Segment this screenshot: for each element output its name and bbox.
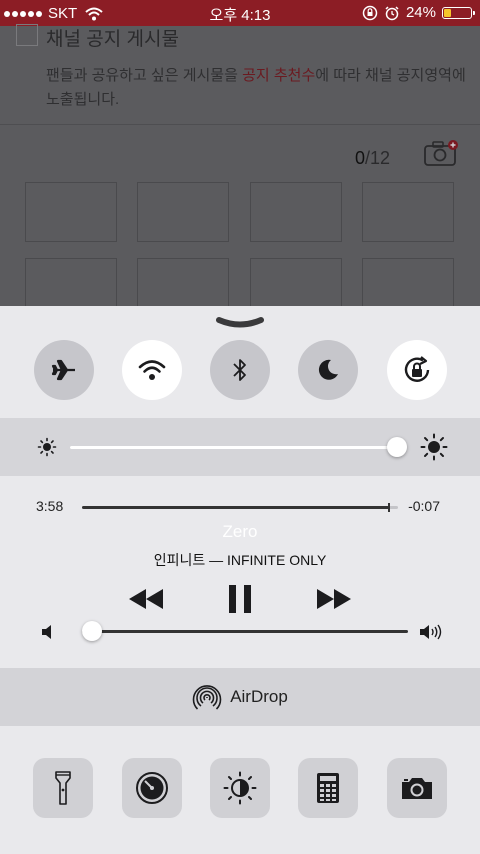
- elapsed-time: 3:58: [36, 498, 64, 514]
- rotation-lock-toggle[interactable]: [387, 340, 447, 400]
- photo-slot[interactable]: [250, 182, 342, 242]
- bluetooth-toggle[interactable]: [210, 340, 270, 400]
- rewind-button[interactable]: [125, 582, 167, 616]
- airplane-icon: [51, 359, 75, 381]
- pause-icon: [229, 585, 251, 613]
- volume-low-icon: [42, 625, 51, 639]
- fast-forward-icon: [317, 589, 351, 609]
- now-playing: 3:58 -0:07 Zero 인피니트 — INFINITE ONLY: [0, 476, 480, 668]
- brightness-high-icon: [420, 433, 448, 461]
- airplane-mode-toggle[interactable]: [34, 340, 94, 400]
- timer-button[interactable]: [122, 758, 182, 818]
- brightness-low-icon: [37, 437, 57, 457]
- brightness-panel: [0, 418, 480, 476]
- song-artist-album: 인피니트 — INFINITE ONLY: [153, 552, 327, 568]
- song-progress-thumb[interactable]: [387, 503, 390, 512]
- rotation-lock-icon: [404, 356, 430, 382]
- alarm-icon: [385, 5, 399, 20]
- moon-icon: [318, 359, 338, 380]
- rewind-icon: [129, 589, 163, 609]
- airdrop-content: AirDrop: [0, 668, 480, 726]
- description-highlight: 공지 추천수: [242, 67, 316, 84]
- volume-high-icon: [420, 624, 442, 640]
- photo-count-max: /12: [364, 148, 390, 168]
- add-photo-camera-icon[interactable]: [424, 140, 458, 166]
- photo-slot[interactable]: [137, 182, 229, 242]
- photo-slot[interactable]: [362, 182, 454, 242]
- song-progress-slider[interactable]: [82, 503, 398, 512]
- battery-percent: 24%: [405, 4, 436, 21]
- flashlight-icon: [55, 771, 71, 805]
- airdrop-label: AirDrop: [230, 687, 288, 706]
- fast-forward-button[interactable]: [313, 582, 355, 616]
- timer-icon: [136, 772, 168, 804]
- description-text: 팬들과 공유하고 싶은 게시물을: [46, 67, 243, 84]
- bluetooth-icon: [233, 359, 246, 381]
- pause-button[interactable]: [220, 582, 260, 616]
- brightness-slider[interactable]: [70, 437, 407, 457]
- volume-slider[interactable]: [82, 621, 408, 641]
- grabber-chevron-icon[interactable]: [216, 316, 264, 330]
- night-shift-button[interactable]: [210, 758, 270, 818]
- photo-count-current: 0: [354, 148, 365, 168]
- section-title: 채널 공지 게시물: [46, 29, 179, 50]
- brightness-slider-thumb[interactable]: [386, 437, 407, 457]
- control-center: 3:58 -0:07 Zero 인피니트 — INFINITE ONLY Air…: [0, 306, 480, 854]
- volume-slider-thumb[interactable]: [82, 621, 102, 641]
- background-app: 채널 공지 게시물 팬들과 공유하고 싶은 게시물을 공지 추천수에 따라 채널…: [0, 24, 480, 318]
- section-description: 팬들과 공유하고 싶은 게시물을 공지 추천수에 따라 채널 공지영역에 노출됩…: [46, 64, 466, 112]
- photo-slot[interactable]: [25, 182, 117, 242]
- brightness-slider-fill: [70, 446, 397, 449]
- status-right: 24%: [362, 4, 475, 21]
- notice-checkbox[interactable]: [16, 24, 38, 46]
- flashlight-button[interactable]: [33, 758, 93, 818]
- camera-icon: [402, 778, 432, 799]
- airdrop-icon: [192, 685, 222, 710]
- do-not-disturb-toggle[interactable]: [298, 340, 358, 400]
- battery-level: [444, 8, 451, 17]
- battery-icon: [442, 6, 475, 19]
- photo-count: 0/12: [355, 148, 390, 169]
- calculator-button[interactable]: [298, 758, 358, 818]
- airdrop-button[interactable]: AirDrop: [0, 668, 480, 726]
- remaining-time: -0:07: [408, 498, 440, 514]
- divider: [0, 124, 480, 125]
- song-progress-fill: [82, 506, 389, 509]
- night-shift-icon: [223, 771, 257, 805]
- status-bar: SKT 오후 4:13 24%: [0, 0, 480, 26]
- wifi-icon: [138, 360, 166, 380]
- wifi-toggle[interactable]: [122, 340, 182, 400]
- camera-button[interactable]: [387, 758, 447, 818]
- song-title: Zero: [222, 522, 258, 541]
- rotation-lock-icon: [362, 5, 378, 20]
- calculator-icon: [317, 773, 339, 803]
